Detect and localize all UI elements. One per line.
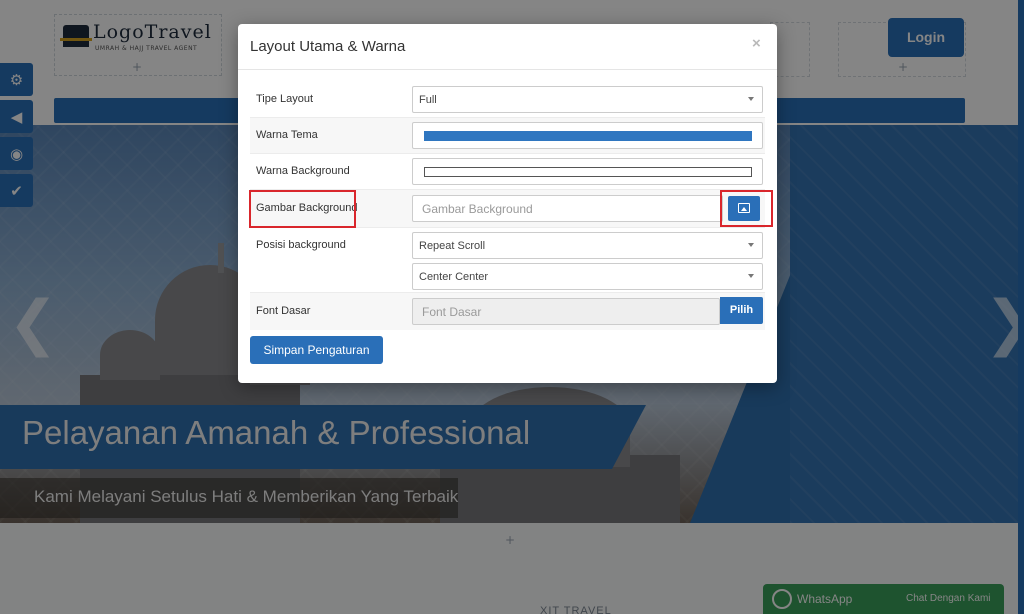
posisi-background-label: Posisi background [256, 239, 346, 251]
chevron-down-icon [748, 243, 754, 247]
modal-header: Layout Utama & Warna × [238, 24, 777, 70]
tipe-layout-value: Full [419, 94, 437, 106]
chevron-down-icon [748, 274, 754, 278]
gambar-background-placeholder: Gambar Background [422, 202, 533, 216]
tipe-layout-label: Tipe Layout [256, 93, 314, 105]
position-select[interactable]: Center Center [412, 263, 763, 290]
row-posisi-background: Posisi background Repeat Scroll Center C… [250, 227, 765, 292]
close-icon[interactable]: × [752, 35, 761, 52]
warna-tema-label: Warna Tema [256, 129, 318, 141]
font-dasar-input[interactable]: Font Dasar [412, 298, 720, 325]
repeat-select[interactable]: Repeat Scroll [412, 232, 763, 259]
highlight-box-button [720, 190, 773, 227]
row-font-dasar: Font Dasar Font Dasar [250, 292, 765, 330]
row-warna-background: Warna Background [250, 153, 765, 189]
position-value: Center Center [419, 271, 489, 283]
repeat-value: Repeat Scroll [419, 240, 486, 252]
warna-background-label: Warna Background [256, 165, 350, 177]
row-warna-tema: Warna Tema [250, 117, 765, 153]
warna-tema-color-picker[interactable] [412, 122, 763, 149]
save-settings-button[interactable]: Simpan Pengaturan [250, 336, 383, 364]
tipe-layout-select[interactable]: Full [412, 86, 763, 113]
warna-background-swatch [424, 167, 752, 177]
font-dasar-placeholder: Font Dasar [422, 305, 482, 319]
warna-background-color-picker[interactable] [412, 158, 763, 185]
modal-title: Layout Utama & Warna [250, 38, 406, 55]
warna-tema-swatch [424, 131, 752, 141]
row-tipe-layout: Tipe Layout Full [250, 81, 765, 117]
font-dasar-label: Font Dasar [256, 305, 311, 317]
pilih-font-button[interactable]: Pilih [720, 297, 763, 324]
gambar-background-input[interactable]: Gambar Background [412, 195, 723, 222]
chevron-down-icon [748, 97, 754, 101]
highlight-box-label [249, 190, 356, 228]
